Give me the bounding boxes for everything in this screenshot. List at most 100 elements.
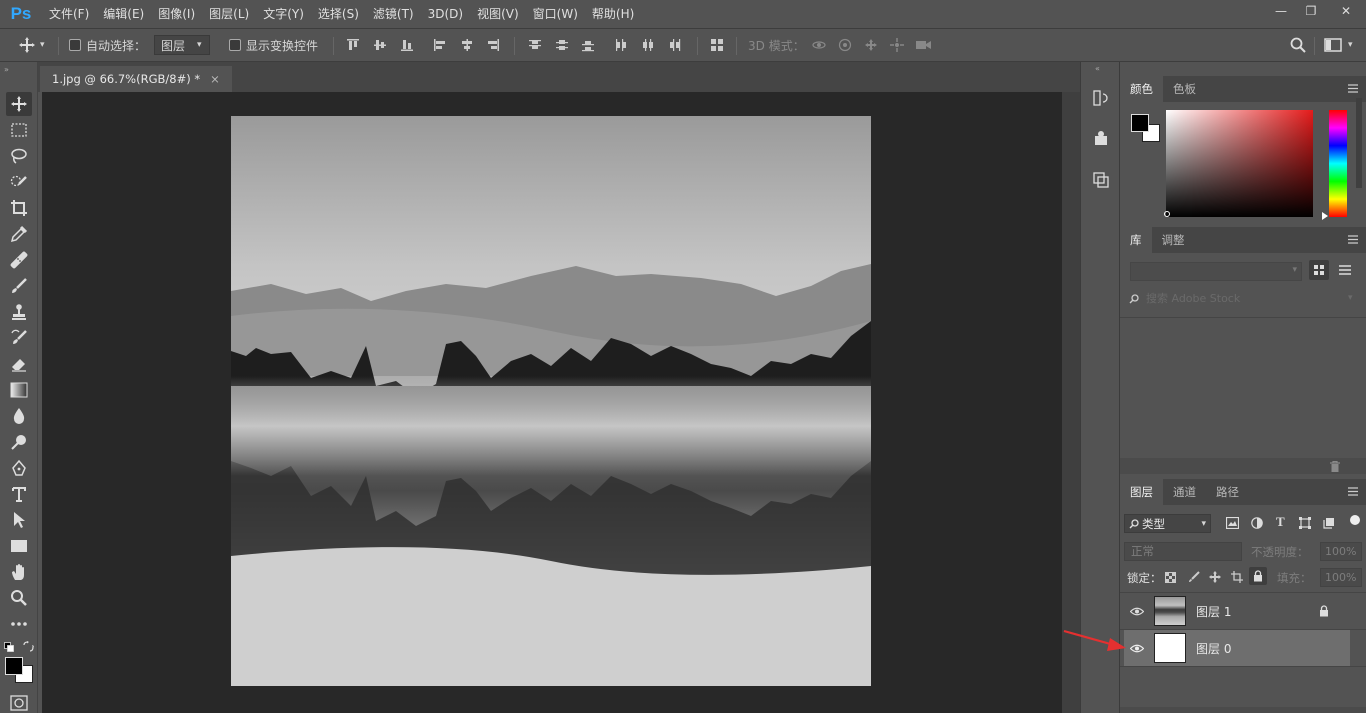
menu-select[interactable]: 选择(S) <box>311 0 366 28</box>
library-selector[interactable]: ▾ <box>1130 262 1302 281</box>
align-horizontal-center-icon[interactable] <box>460 38 474 52</box>
distribute-horizontal-center-icon[interactable] <box>641 38 655 52</box>
close-button[interactable]: ✕ <box>1326 0 1366 22</box>
lasso-tool[interactable] <box>6 144 32 168</box>
dodge-tool[interactable] <box>6 430 32 454</box>
marquee-tool[interactable] <box>6 118 32 142</box>
lock-transparent-pixels-icon[interactable] <box>1165 572 1176 583</box>
align-bottom-icon[interactable] <box>400 38 414 52</box>
type-tool[interactable] <box>6 482 32 506</box>
blend-mode-dropdown[interactable]: 正常 <box>1124 542 1242 561</box>
eraser-tool[interactable] <box>6 352 32 376</box>
layer-name[interactable]: 图层 1 <box>1196 603 1231 620</box>
panel-menu-icon[interactable] <box>1348 235 1358 244</box>
tab-color[interactable]: 颜色 <box>1120 76 1163 102</box>
3d-pan-icon[interactable] <box>864 38 878 52</box>
tab-channels[interactable]: 通道 <box>1163 479 1206 505</box>
filter-pixel-icon[interactable] <box>1226 517 1239 529</box>
menu-file[interactable]: 文件(F) <box>42 0 96 28</box>
panel-menu-icon[interactable] <box>1348 84 1358 93</box>
layer-name[interactable]: 图层 0 <box>1196 640 1231 657</box>
tab-libraries[interactable]: 库 <box>1120 227 1152 253</box>
document-image[interactable] <box>231 116 871 686</box>
tab-layers[interactable]: 图层 <box>1120 479 1163 505</box>
eyedropper-tool[interactable] <box>6 222 32 246</box>
fill-input[interactable]: 100% <box>1320 568 1362 587</box>
workspace-switcher[interactable]: ▾ <box>1324 29 1353 61</box>
trash-icon[interactable] <box>1330 461 1340 472</box>
3d-slide-icon[interactable] <box>890 38 904 52</box>
path-selection-tool[interactable] <box>6 508 32 532</box>
3d-camera-icon[interactable] <box>915 38 933 52</box>
show-transform-checkbox[interactable]: 显示变换控件 <box>229 29 318 61</box>
foreground-color-swatch[interactable] <box>1131 114 1149 132</box>
swap-colors-icon[interactable] <box>22 641 34 653</box>
color-picker-cursor[interactable] <box>1164 211 1170 217</box>
align-vertical-center-icon[interactable] <box>373 38 387 52</box>
vertical-scrollbar[interactable] <box>1062 92 1080 713</box>
hand-tool[interactable] <box>6 560 32 584</box>
blur-tool[interactable] <box>6 404 32 428</box>
stock-search-input[interactable]: 搜索 Adobe Stock <box>1146 290 1346 308</box>
lock-position-icon[interactable] <box>1209 571 1221 583</box>
properties-panel-button[interactable] <box>1089 126 1113 150</box>
auto-select-target-dropdown[interactable]: 图层 ▾ <box>154 29 210 61</box>
document-tab[interactable]: 1.jpg @ 66.7%(RGB/8#) * × <box>40 66 232 92</box>
layer-row-selected[interactable]: 图层 0 <box>1124 630 1350 666</box>
menu-view[interactable]: 视图(V) <box>470 0 526 28</box>
filter-shape-icon[interactable] <box>1299 517 1311 529</box>
menu-window[interactable]: 窗口(W) <box>526 0 585 28</box>
rectangle-tool[interactable] <box>6 534 32 558</box>
grid-view-button[interactable] <box>1309 260 1329 280</box>
distribute-bottom-icon[interactable] <box>581 38 595 52</box>
filter-adjustment-icon[interactable] <box>1251 517 1263 529</box>
panel-menu-icon[interactable] <box>1348 487 1358 496</box>
color-saturation-field[interactable] <box>1166 110 1313 217</box>
collapse-chevron-icon[interactable]: » <box>4 65 9 74</box>
3d-roll-icon[interactable] <box>838 38 852 52</box>
lock-artboard-icon[interactable] <box>1231 571 1243 583</box>
hue-slider-handle[interactable] <box>1322 212 1328 220</box>
close-icon[interactable]: × <box>210 72 220 86</box>
visibility-toggle[interactable] <box>1124 607 1150 616</box>
distribute-right-icon[interactable] <box>667 38 681 52</box>
restore-button[interactable]: ❐ <box>1296 0 1326 22</box>
filter-type-icon[interactable]: T <box>1276 514 1285 530</box>
edit-toolbar-button[interactable] <box>6 612 32 636</box>
panel-scrollbar[interactable] <box>1356 98 1362 188</box>
default-colors-icon[interactable] <box>4 642 14 652</box>
move-tool-preset-picker[interactable]: ▾ <box>18 29 45 61</box>
foreground-color-swatch[interactable] <box>5 657 23 675</box>
menu-filter[interactable]: 滤镜(T) <box>366 0 421 28</box>
opacity-input[interactable]: 100% <box>1320 542 1362 561</box>
filter-smart-object-icon[interactable] <box>1323 517 1335 529</box>
menu-layer[interactable]: 图层(L) <box>202 0 256 28</box>
crop-tool[interactable] <box>6 196 32 220</box>
filter-toggle-switch[interactable] <box>1350 515 1360 525</box>
distribute-left-icon[interactable] <box>614 38 628 52</box>
history-panel-button[interactable] <box>1089 86 1113 110</box>
brush-tool[interactable] <box>6 274 32 298</box>
layer-row[interactable]: 图层 1 <box>1124 593 1350 629</box>
distribute-top-icon[interactable] <box>528 38 542 52</box>
move-tool[interactable] <box>6 92 32 116</box>
align-left-icon[interactable] <box>433 38 447 52</box>
adjustments-panel-button[interactable] <box>1089 168 1113 192</box>
tab-paths[interactable]: 路径 <box>1206 479 1249 505</box>
menu-type[interactable]: 文字(Y) <box>256 0 311 28</box>
menu-edit[interactable]: 编辑(E) <box>96 0 151 28</box>
quick-selection-tool[interactable] <box>6 170 32 194</box>
menu-3d[interactable]: 3D(D) <box>421 0 470 28</box>
lock-all-button[interactable] <box>1249 567 1267 585</box>
tab-swatches[interactable]: 色板 <box>1163 76 1206 102</box>
align-top-icon[interactable] <box>346 38 360 52</box>
menu-image[interactable]: 图像(I) <box>151 0 202 28</box>
3d-orbit-icon[interactable] <box>812 38 826 52</box>
auto-align-icon[interactable] <box>710 38 724 52</box>
minimize-button[interactable]: — <box>1266 0 1296 22</box>
lock-image-pixels-icon[interactable] <box>1188 571 1200 583</box>
gradient-tool[interactable] <box>6 378 32 402</box>
search-icon[interactable] <box>1290 37 1306 53</box>
align-right-icon[interactable] <box>486 38 500 52</box>
quick-mask-icon[interactable] <box>10 695 28 711</box>
